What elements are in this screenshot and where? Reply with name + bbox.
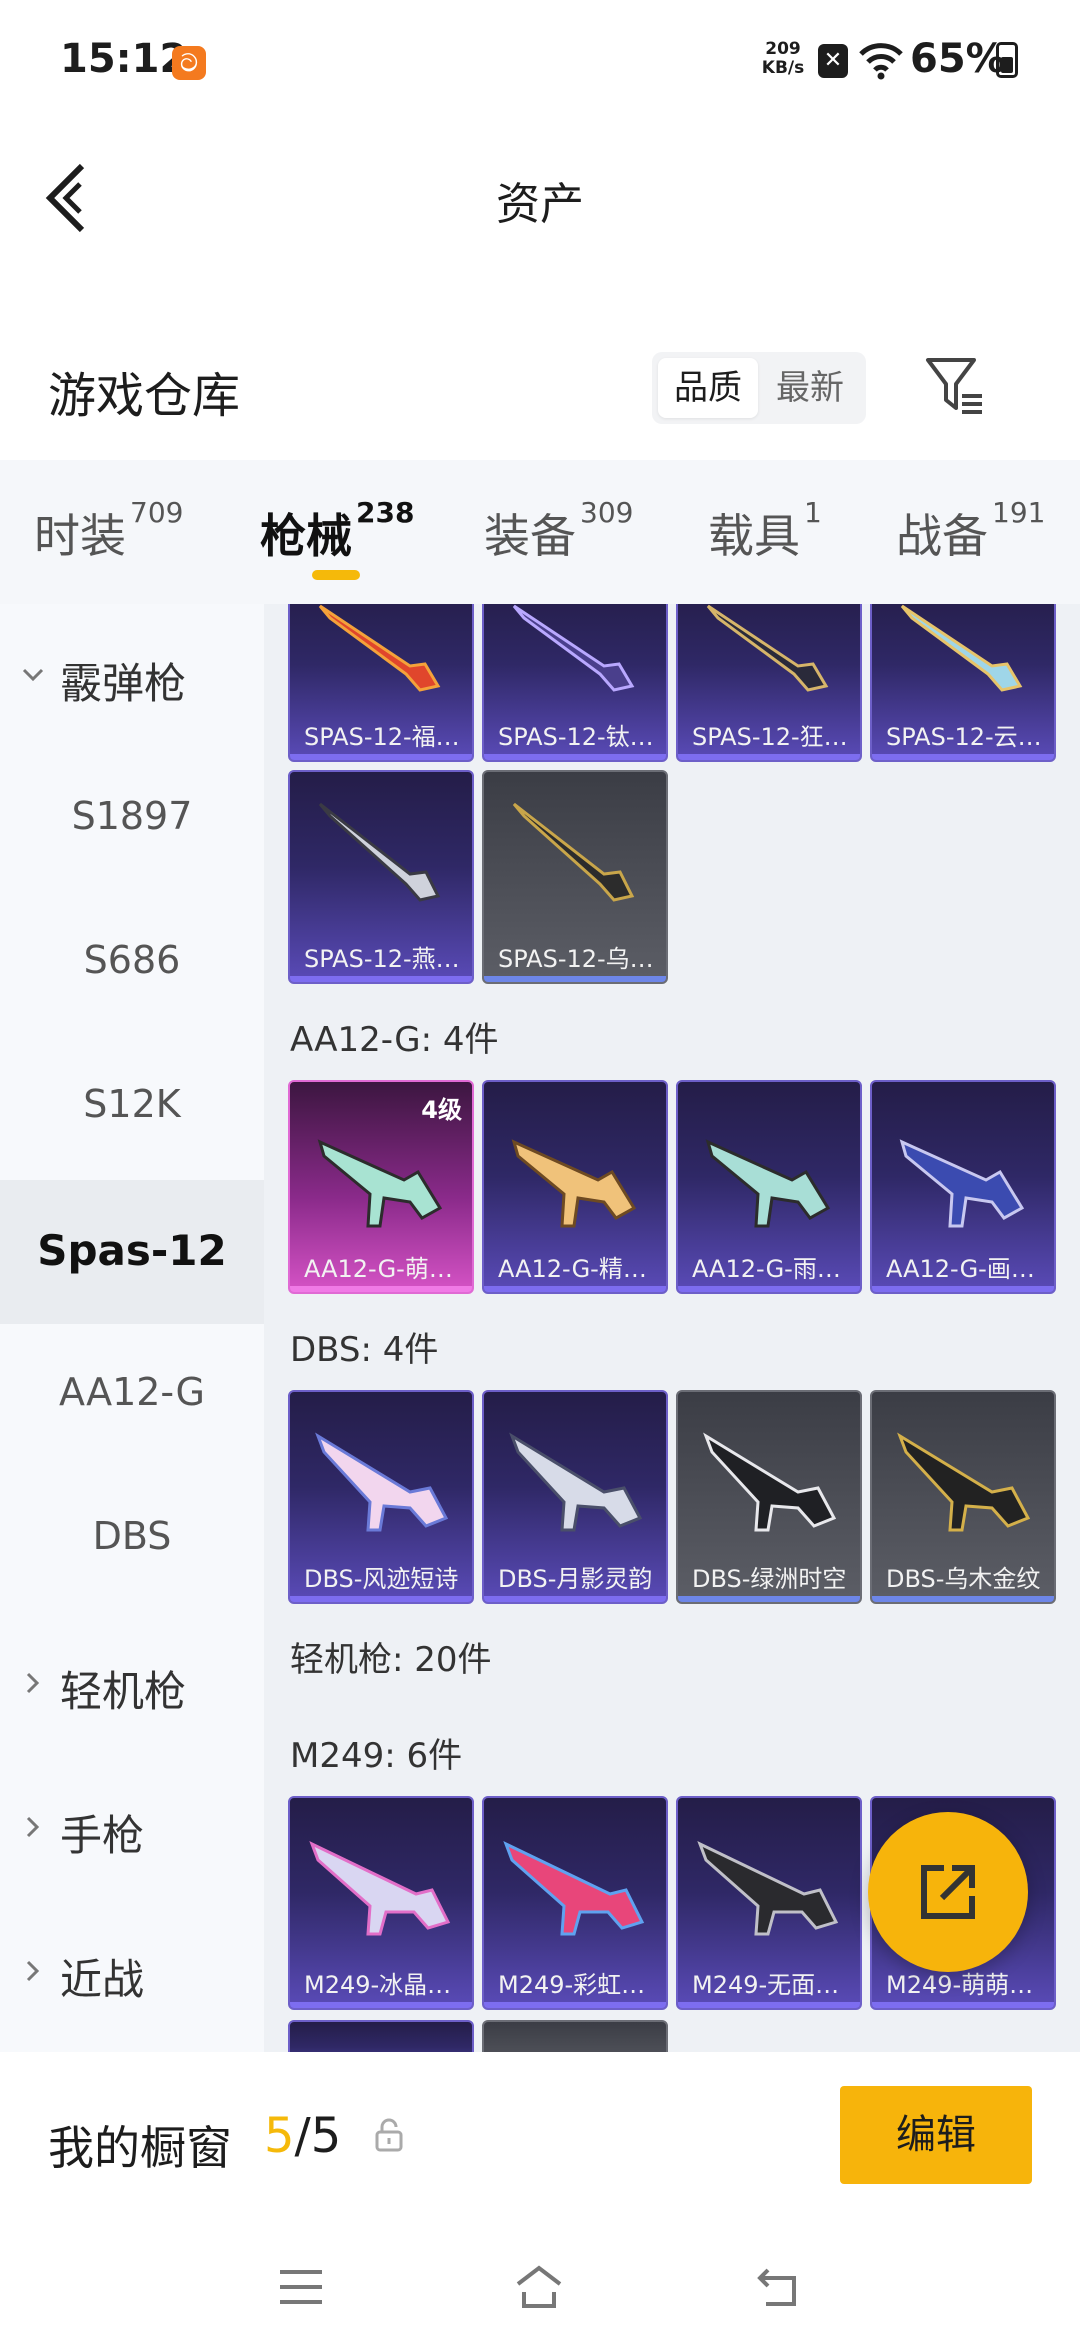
warehouse-title: 游戏仓库 (48, 368, 241, 424)
weapon-image (317, 1139, 443, 1228)
battery-percent: 65% (910, 36, 1006, 82)
weapon-card[interactable]: AA12-G-精… (482, 1080, 668, 1294)
back-nav-icon[interactable] (754, 2262, 804, 2312)
tab-vehicles[interactable]: 载具 1 (708, 496, 822, 566)
home-icon[interactable] (514, 2262, 564, 2312)
weapon-card[interactable]: SPAS-12-福… (288, 604, 474, 762)
weapon-image (900, 604, 1023, 692)
app-notification-icon: ට (172, 46, 206, 80)
no-sim-icon: ✕ (818, 44, 848, 78)
level-badge: 4级 (421, 1096, 462, 1124)
sidebar-item-aa12g[interactable]: AA12-G (0, 1324, 264, 1468)
sort-quality-button[interactable]: 品质 (658, 358, 758, 418)
system-nav-bar (0, 2212, 1080, 2344)
sidebar-item-spas12[interactable]: Spas-12 (0, 1180, 264, 1324)
group-title-m249: M249: 6件 (290, 1736, 463, 1776)
page-title: 资产 (496, 179, 584, 230)
weapon-image (512, 802, 635, 902)
sidebar-group-shotgun[interactable]: 霰弹枪 (0, 604, 264, 748)
weapon-card[interactable]: SPAS-12-乌… (482, 770, 668, 984)
chevron-right-icon (26, 1816, 40, 1838)
weapon-card[interactable]: SPAS-12-燕… (288, 770, 474, 984)
tab-equipment[interactable]: 装备 309 (484, 496, 633, 566)
active-tab-indicator (312, 570, 360, 580)
weapon-card[interactable] (482, 2020, 668, 2052)
weapon-card[interactable]: DBS-月影灵韵 (482, 1390, 668, 1604)
weapon-image (899, 1139, 1025, 1228)
sort-newest-button[interactable]: 最新 (760, 358, 860, 418)
weapon-image (703, 1432, 837, 1532)
sort-toggle: 品质 最新 (652, 352, 866, 424)
weapon-image (309, 1841, 451, 1936)
chevron-right-icon (26, 1960, 40, 1982)
group-title-aa12g: AA12-G: 4件 (290, 1020, 499, 1060)
share-icon (921, 1865, 975, 1919)
weapon-image (318, 802, 441, 902)
weapon-card[interactable]: DBS-乌木金纹 (870, 1390, 1056, 1604)
weapon-image (897, 1432, 1031, 1532)
weapon-image (509, 1432, 643, 1532)
showcase-count: 5/5 (264, 2108, 342, 2164)
category-tabs: 时装 709 枪械 238 装备 309 载具 1 战备 191 (0, 460, 1080, 604)
weapon-card[interactable]: AA12-G-雨… (676, 1080, 862, 1294)
weapon-image (705, 1139, 831, 1228)
tab-supplies[interactable]: 战备 191 (896, 496, 1045, 566)
weapon-card[interactable]: SPAS-12-云… (870, 604, 1056, 762)
chevron-right-icon (26, 1672, 40, 1694)
tab-fashion[interactable]: 时装 709 (34, 496, 183, 566)
wifi-icon (859, 43, 903, 80)
sidebar-item-dbs[interactable]: DBS (0, 1468, 264, 1612)
showcase-label: 我的橱窗 (48, 2121, 232, 2175)
sidebar-item-s686[interactable]: S686 (0, 892, 264, 1036)
sidebar-group-lmg[interactable]: 轻机枪 (0, 1612, 264, 1756)
weapon-card[interactable]: M249-彩虹… (482, 1796, 668, 2010)
sidebar-group-pistol[interactable]: 手枪 (0, 1756, 264, 1900)
group-title-lmg: 轻机枪: 20件 (290, 1640, 492, 1680)
weapon-card[interactable] (288, 2020, 474, 2052)
weapon-card[interactable]: M249-无面… (676, 1796, 862, 2010)
weapon-card[interactable]: DBS-风迹短诗 (288, 1390, 474, 1604)
battery-icon (996, 42, 1018, 78)
weapon-card[interactable]: SPAS-12-狂… (676, 604, 862, 762)
tab-weapons[interactable]: 枪械 238 (260, 496, 414, 566)
network-speed: 209 KB/s (761, 39, 805, 78)
sidebar-item-s12k[interactable]: S12K (0, 1036, 264, 1180)
status-time: 15:12 (60, 36, 188, 82)
menu-icon[interactable] (276, 2262, 326, 2312)
weapon-card[interactable]: AA12-G-画… (870, 1080, 1056, 1294)
edit-button[interactable]: 编辑 (840, 2086, 1032, 2184)
weapon-image (318, 604, 441, 692)
weapon-card[interactable]: M249-冰晶… (288, 1796, 474, 2010)
chevron-down-icon (22, 668, 44, 682)
weapon-image (697, 1841, 839, 1936)
group-title-dbs: DBS: 4件 (290, 1330, 439, 1370)
weapon-image (512, 604, 635, 692)
sidebar-item-s1897[interactable]: S1897 (0, 748, 264, 892)
share-fab[interactable] (868, 1812, 1028, 1972)
sidebar-group-melee[interactable]: 近战 (0, 1900, 264, 2044)
weapon-image (315, 1432, 449, 1532)
lock-icon (375, 2118, 403, 2152)
filter-icon[interactable] (924, 356, 986, 418)
weapon-image (503, 1841, 645, 1936)
weapon-card[interactable]: 4级 AA12-G-萌… (288, 1080, 474, 1294)
weapon-image (706, 604, 829, 692)
weapon-card[interactable]: DBS-绿洲时空 (676, 1390, 862, 1604)
weapon-card[interactable]: SPAS-12-钛… (482, 604, 668, 762)
weapon-category-sidebar: 霰弹枪 S1897 S686 S12K Spas-12 AA12-G DBS 轻… (0, 604, 264, 2052)
weapon-image (511, 1139, 637, 1228)
